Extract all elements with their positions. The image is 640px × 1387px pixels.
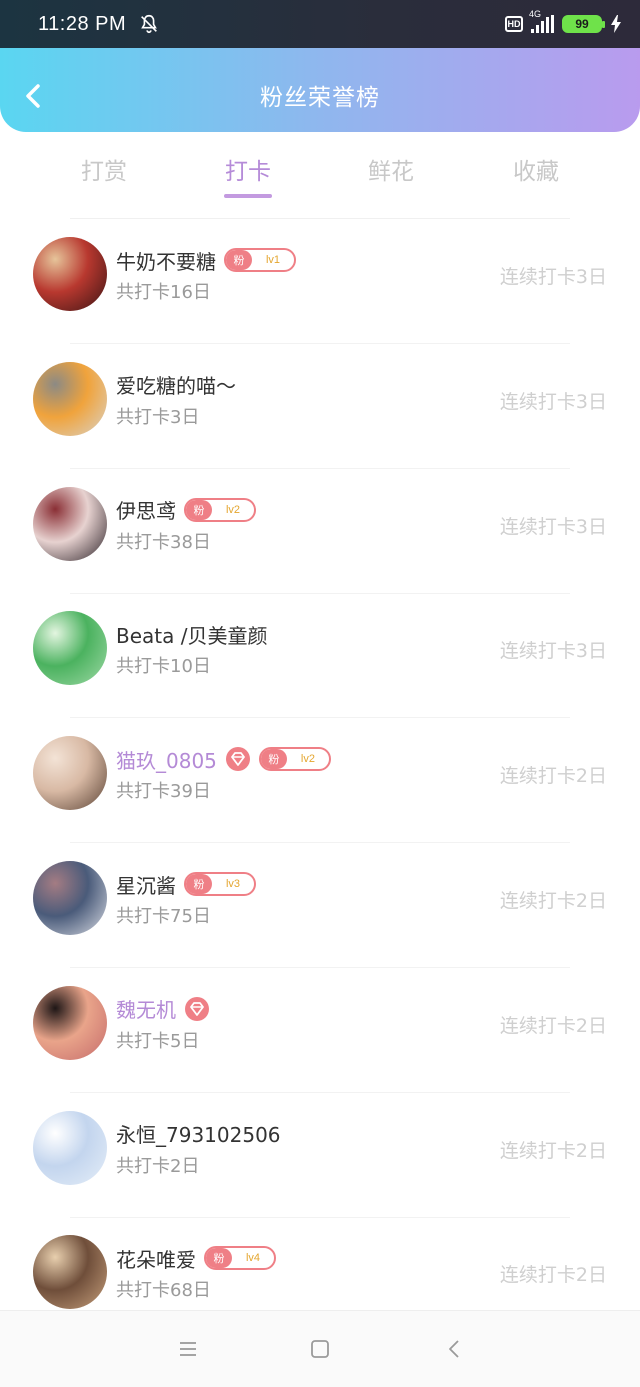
name-line: 花朵唯爱粉 lv4 bbox=[116, 1244, 276, 1272]
fan-name: 永恒_793102506 bbox=[116, 1123, 281, 1148]
tab-bar: 打赏 打卡 鲜花 收藏 bbox=[0, 148, 640, 208]
total-checkin: 共打卡39日 bbox=[116, 781, 211, 803]
fan-row[interactable]: Beata /贝美童颜 共打卡10日 连续打卡3日 bbox=[0, 594, 640, 719]
name-line: 永恒_793102506 bbox=[116, 1120, 281, 1148]
streak-checkin: 连续打卡3日 bbox=[499, 390, 607, 413]
streak-checkin: 连续打卡2日 bbox=[499, 765, 607, 788]
battery-icon: 99 bbox=[562, 15, 605, 33]
name-line: 爱吃糖的喵～ bbox=[116, 371, 236, 399]
fan-badge-level: lv4 bbox=[245, 1252, 261, 1265]
name-line: 伊思鸢粉 lv2 bbox=[116, 496, 256, 524]
tab-reward[interactable]: 打赏 bbox=[54, 152, 154, 186]
name-line: 猫玖_0805 粉 lv2 bbox=[116, 745, 331, 773]
total-checkin: 共打卡3日 bbox=[116, 406, 200, 428]
streak-checkin: 连续打卡3日 bbox=[499, 515, 607, 538]
tab-active-indicator bbox=[224, 194, 272, 198]
fan-badge-label: 粉 bbox=[260, 749, 287, 770]
streak-checkin: 连续打卡2日 bbox=[499, 1014, 607, 1037]
avatar[interactable] bbox=[33, 985, 107, 1060]
fan-row[interactable]: 爱吃糖的喵～ 共打卡3日 连续打卡3日 bbox=[0, 345, 640, 469]
divider bbox=[70, 218, 570, 219]
total-checkin: 共打卡10日 bbox=[116, 656, 211, 678]
fan-badge-level: lv2 bbox=[300, 753, 315, 766]
fan-name: 爱吃糖的喵～ bbox=[116, 374, 236, 399]
fan-level-badge: 粉 lv2 bbox=[258, 747, 331, 772]
avatar[interactable] bbox=[33, 1235, 107, 1310]
signal-icon: 4G bbox=[529, 9, 554, 33]
streak-checkin: 连续打卡3日 bbox=[499, 640, 607, 663]
avatar[interactable] bbox=[33, 1110, 107, 1185]
fan-row[interactable]: 星沉酱粉 lv3 共打卡75日 连续打卡2日 bbox=[0, 844, 640, 968]
hd-icon: HD bbox=[505, 16, 523, 32]
page-title: 粉丝荣誉榜 bbox=[260, 85, 380, 111]
streak-checkin: 连续打卡2日 bbox=[499, 890, 607, 912]
fan-badge-label: 粉 bbox=[186, 874, 212, 894]
system-nav-bar bbox=[0, 1310, 640, 1387]
fan-row[interactable]: 伊思鸢粉 lv2 共打卡38日 连续打卡3日 bbox=[0, 470, 640, 594]
fan-name: 牛奶不要糖 bbox=[116, 249, 216, 274]
back-triangle-icon[interactable] bbox=[443, 1337, 467, 1361]
menu-icon[interactable] bbox=[176, 1337, 200, 1361]
fan-level-badge: 粉 lv4 bbox=[204, 1246, 276, 1271]
fan-name: 猫玖_0805 bbox=[116, 748, 217, 773]
total-checkin: 共打卡16日 bbox=[116, 282, 211, 303]
streak-checkin: 连续打卡2日 bbox=[499, 1139, 607, 1162]
charging-bolt-icon bbox=[611, 15, 621, 33]
tab-checkin[interactable]: 打卡 bbox=[198, 152, 298, 186]
fan-badge-label: 粉 bbox=[226, 250, 252, 270]
fan-row[interactable]: 魏无机共打卡5日 连续打卡2日 bbox=[0, 969, 640, 1093]
avatar[interactable] bbox=[33, 736, 107, 811]
fan-name: 魏无机 bbox=[116, 998, 176, 1023]
tab-favorites[interactable]: 收藏 bbox=[486, 152, 586, 186]
avatar[interactable] bbox=[33, 861, 107, 935]
vip-diamond-icon bbox=[185, 996, 209, 1021]
fan-badge-label: 粉 bbox=[186, 499, 212, 520]
total-checkin: 共打卡68日 bbox=[116, 1280, 211, 1302]
bell-muted-icon bbox=[141, 14, 158, 34]
fan-name: 伊思鸢 bbox=[116, 499, 176, 524]
fan-badge-label: 粉 bbox=[206, 1248, 232, 1269]
status-time: 11:28 PM bbox=[38, 12, 127, 35]
total-checkin: 共打卡5日 bbox=[116, 1030, 200, 1052]
fan-name: 花朵唯爱 bbox=[116, 1247, 196, 1272]
name-line: 魏无机 bbox=[116, 995, 210, 1023]
fan-row[interactable]: 永恒_793102506 共打卡2日 连续打卡2日 bbox=[0, 1094, 640, 1218]
status-bar: 11:28 PM HD 4G 99 bbox=[0, 0, 640, 48]
fan-name: 星沉酱 bbox=[116, 873, 176, 898]
fan-badge-level: lv2 bbox=[225, 503, 241, 516]
total-checkin: 共打卡75日 bbox=[116, 906, 211, 927]
total-checkin: 共打卡38日 bbox=[116, 531, 211, 553]
name-line: 牛奶不要糖粉 lv1 bbox=[116, 246, 296, 274]
fan-row[interactable]: 牛奶不要糖粉 lv1 共打卡16日 连续打卡3日 bbox=[0, 220, 640, 344]
fan-badge-level: lv1 bbox=[265, 254, 281, 266]
avatar[interactable] bbox=[33, 237, 107, 311]
streak-checkin: 连续打卡2日 bbox=[499, 1264, 607, 1287]
vip-diamond-icon bbox=[225, 747, 250, 772]
avatar[interactable] bbox=[33, 361, 107, 436]
fan-level-badge: 粉 lv1 bbox=[224, 248, 296, 272]
avatar[interactable] bbox=[33, 611, 107, 686]
tab-flowers[interactable]: 鲜花 bbox=[341, 152, 441, 186]
network-label: 4G bbox=[529, 9, 542, 19]
fan-level-badge: 粉 lv2 bbox=[184, 497, 256, 522]
name-line: 星沉酱粉 lv3 bbox=[116, 870, 256, 898]
streak-checkin: 连续打卡3日 bbox=[499, 266, 607, 288]
home-square-icon[interactable] bbox=[308, 1337, 332, 1361]
fan-badge-level: lv3 bbox=[225, 878, 241, 890]
name-line: Beata /贝美童颜 bbox=[116, 620, 267, 648]
total-checkin: 共打卡2日 bbox=[116, 1155, 200, 1177]
fan-name: Beata /贝美童颜 bbox=[116, 623, 268, 648]
fan-level-badge: 粉 lv3 bbox=[184, 872, 256, 896]
avatar[interactable] bbox=[33, 486, 107, 561]
fan-row[interactable]: 猫玖_0805 粉 lv2 共打卡39日 连续打卡2日 bbox=[0, 719, 640, 844]
